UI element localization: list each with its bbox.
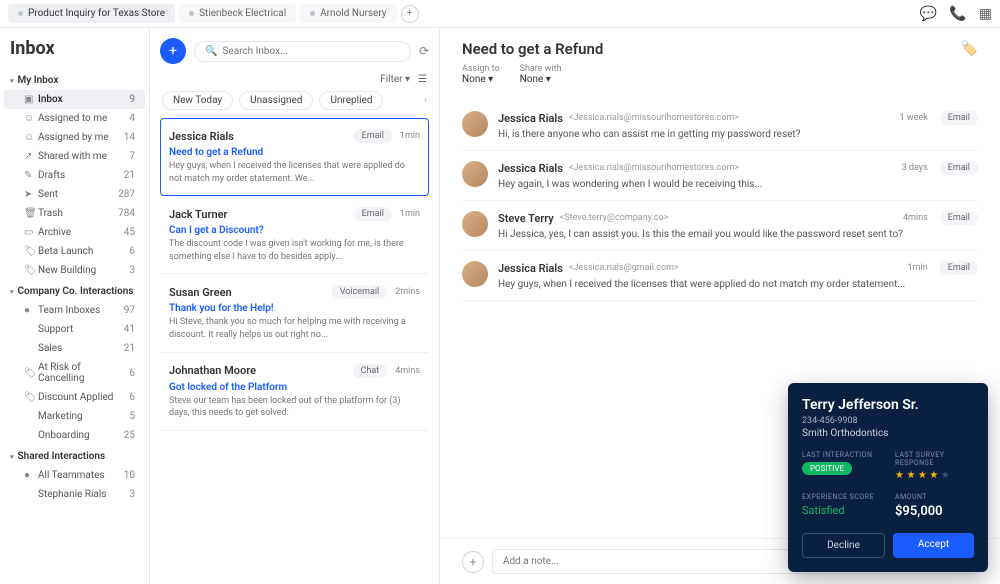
conversation-item[interactable]: Johnathan MooreChat4minsGot locked of th… [160,353,429,431]
refresh-icon[interactable]: ⟳ [419,44,429,58]
phone-icon[interactable]: 📞 [949,6,966,22]
app-tab[interactable]: Stienbeck Electrical [179,4,296,23]
avatar [462,111,488,137]
sidebar-item[interactable]: 🏷Discount Applied6 [4,388,145,407]
conversation-list-panel: + 🔍 ⟳ Filter ▾ ☰ New Today Unassigned Unre… [150,28,440,584]
avatar [462,261,488,287]
thread-title: Need to get a Refund [462,40,603,58]
search-input-wrap[interactable]: 🔍 [194,41,411,62]
contact-name: Terry Jefferson Sr. [802,397,974,413]
sidebar: Inbox My Inbox▣Inbox9☺Assigned to me4☺As… [0,28,150,584]
contact-card: Terry Jefferson Sr. 234-456-9908 Smith O… [788,383,988,572]
conversation-item[interactable]: Susan GreenVoicemail2minsThank you for t… [160,274,429,352]
conversation-item[interactable]: Jessica RialsEmail1minNeed to get a Refu… [160,118,429,196]
tag-icon[interactable]: 🏷️ [961,41,978,57]
survey-stars: ★ ★ ★ ★ ★ [895,470,974,481]
app-tab[interactable]: Product Inquiry for Texas Store [8,4,175,23]
experience-score: Satisfied [802,504,881,517]
accept-button[interactable]: Accept [893,533,974,558]
interaction-badge: POSITIVE [802,462,852,475]
sidebar-item[interactable]: Sales21 [4,339,145,358]
sidebar-item[interactable]: ●Team Inboxes97 [4,301,145,320]
trash-icon: 🗑 [24,208,38,219]
pill-next-icon[interactable]: › [424,95,427,106]
send-icon: ➤ [24,189,38,200]
user-icon: ☺ [24,132,38,143]
sidebar-item[interactable]: ☺Assigned by me14 [4,128,145,147]
message: Jessica Rials<Jessica.rials@missourihome… [462,101,978,151]
pencil-icon: ✎ [24,170,38,181]
sidebar-item[interactable]: Onboarding25 [4,426,145,445]
thread-panel: Need to get a Refund 🏷️ Assign to None ▾… [440,28,1000,584]
filter-button[interactable]: Filter ▾ [380,74,410,85]
filter-pill[interactable]: New Today [162,91,233,110]
avatar [462,211,488,237]
search-icon: 🔍 [205,46,217,57]
channel-badge: Email [940,211,978,225]
sidebar-item[interactable]: ▣Inbox9 [4,90,145,109]
chat-icon[interactable]: 💬 [920,6,937,22]
channel-badge: Chat [353,364,388,378]
share-icon: ↗ [24,151,38,162]
channel-badge: Email [940,261,978,275]
user-icon: ☺ [24,113,38,124]
message: Jessica Rials<Jessica.rials@missourihome… [462,151,978,201]
sidebar-item[interactable]: Stephanie Rials3 [4,485,145,504]
sidebar-section-header[interactable]: My Inbox [0,69,149,90]
amount-value: $95,000 [895,504,974,519]
sidebar-item[interactable]: 🗑Trash784 [4,204,145,223]
contact-company: Smith Orthodontics [802,428,974,439]
tag-icon: 🏷 [24,368,38,379]
new-tab-button[interactable]: + [401,5,419,23]
dot-icon: ● [24,305,38,316]
sidebar-item[interactable]: 🏷At Risk of Cancelling6 [4,358,145,388]
sort-icon[interactable]: ☰ [418,74,427,85]
sidebar-section-header[interactable]: Company Co. Interactions [0,280,149,301]
sidebar-item[interactable]: Support41 [4,320,145,339]
assign-dropdown[interactable]: Assign to None ▾ [462,64,500,85]
channel-badge: Email [354,207,392,221]
contact-phone: 234-456-9908 [802,416,974,426]
sidebar-item[interactable]: ✎Drafts21 [4,166,145,185]
app-tab[interactable]: Arnold Nursery [300,4,396,23]
composer-add-button[interactable]: + [462,551,484,573]
tag-icon: 🏷 [24,392,38,403]
search-input[interactable] [222,46,399,57]
channel-badge: Voicemail [332,285,388,299]
message: Jessica Rials<Jessica.rials@gmail.com>1m… [462,251,978,301]
sidebar-item[interactable]: Marketing5 [4,407,145,426]
sidebar-item[interactable]: ↗Shared with me7 [4,147,145,166]
sidebar-title: Inbox [0,38,149,69]
filter-pill[interactable]: Unassigned [239,91,313,110]
sidebar-item[interactable]: 🏷Beta Launch6 [4,242,145,261]
apps-icon[interactable]: ▦ [979,6,992,22]
sidebar-item[interactable]: ☺Assigned to me4 [4,109,145,128]
dot-icon: ● [24,470,38,481]
channel-badge: Email [354,129,392,143]
conversation-item[interactable]: Jack TurnerEmail1minCan I get a Discount… [160,196,429,274]
sidebar-item[interactable]: ●All Teammates10 [4,466,145,485]
tag-icon: 🏷 [24,246,38,257]
archive-icon: ▭ [24,227,38,238]
compose-button[interactable]: + [160,38,186,64]
decline-button[interactable]: Decline [802,533,885,558]
filter-pill[interactable]: Unreplied [319,91,383,110]
message: Steve Terry<Steve.terry@company.co>4mins… [462,201,978,251]
channel-badge: Email [940,161,978,175]
share-dropdown[interactable]: Share with None ▾ [520,64,562,85]
channel-badge: Email [940,111,978,125]
avatar [462,161,488,187]
sidebar-item[interactable]: 🏷New Building3 [4,261,145,280]
sidebar-section-header[interactable]: Shared Interactions [0,445,149,466]
tabs-bar: Product Inquiry for Texas StoreStienbeck… [0,0,1000,28]
tag-icon: 🏷 [24,265,38,276]
sidebar-item[interactable]: ▭Archive45 [4,223,145,242]
inbox-icon: ▣ [24,94,38,105]
sidebar-item[interactable]: ➤Sent287 [4,185,145,204]
